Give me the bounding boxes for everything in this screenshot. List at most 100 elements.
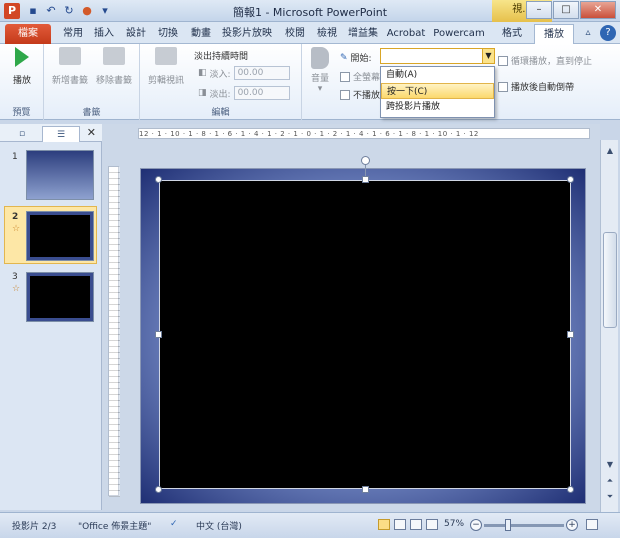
video-placeholder[interactable] [159, 180, 571, 489]
play-button[interactable]: 播放 [10, 47, 34, 86]
window-controls: – □ ✕ [526, 1, 616, 19]
title-bar: P ▪ ↶ ↻ ● ▾ 簡報1 - Microsoft PowerPoint 視… [0, 0, 620, 22]
start-dropdown[interactable]: ▼ [380, 48, 495, 64]
remove-bookmark-button[interactable]: 移除書籤 [94, 47, 134, 86]
fullscreen-label: 全螢幕 [353, 73, 381, 83]
resize-handle-right[interactable] [567, 331, 574, 338]
zoom-out-icon[interactable]: − [470, 519, 482, 531]
tab-slides[interactable]: ▫ [3, 126, 41, 142]
group-bookmarks: 新增書籤 移除書籤 書籤 [44, 44, 140, 120]
ribbon-tabs: 檔案 常用 插入 設計 切換 動畫 投影片放映 校閱 檢視 增益集 Acroba… [0, 22, 620, 44]
zoom-slider[interactable] [484, 524, 564, 527]
tab-playback[interactable]: 播放 [534, 24, 574, 44]
loop-checkbox[interactable] [498, 55, 508, 66]
group-editing: 剪輯視訊 淡出持續時間 ◧ 淡入: 00.00 ◨ 淡出: 00.00 編輯 [140, 44, 302, 120]
tab-format[interactable]: 格式 [494, 24, 530, 44]
vertical-scrollbar[interactable]: ▲ ▼ ⏶ ⏷ [600, 140, 618, 512]
start-dropdown-menu: 自動(A) 按一下(C) 跨投影片播放 [380, 66, 495, 118]
trim-video-icon [155, 47, 177, 65]
spellcheck-icon[interactable]: ✓ [170, 519, 178, 529]
horizontal-ruler: 12 · 1 · 10 · 1 · 8 · 1 · 6 · 1 · 4 · 1 … [138, 128, 590, 139]
add-bookmark-icon [59, 47, 81, 65]
previous-slide-icon[interactable]: ⏶ [603, 474, 617, 488]
tab-slideshow[interactable]: 投影片放映 [218, 24, 276, 44]
tab-transitions[interactable]: 切換 [154, 24, 182, 44]
slide-thumbnail-2[interactable] [26, 211, 94, 261]
fade-in-icon: ◧ [198, 68, 207, 78]
slideshow-view-icon[interactable] [426, 519, 438, 530]
resize-handle-bottom-left[interactable] [155, 486, 162, 493]
minimize-ribbon-icon[interactable]: ▵ [580, 25, 596, 41]
language-indicator[interactable]: 中文 (台灣) [196, 519, 242, 532]
dropdown-arrow-icon[interactable]: ▼ [482, 49, 494, 63]
fullscreen-checkbox[interactable] [340, 71, 350, 82]
resize-handle-top-right[interactable] [567, 176, 574, 183]
start-label: 開始: [350, 54, 372, 64]
remove-bookmark-icon [103, 47, 125, 65]
tab-view[interactable]: 檢視 [313, 24, 341, 44]
tab-review[interactable]: 校閱 [281, 24, 309, 44]
trim-video-button[interactable]: 剪輯視訊 [144, 47, 188, 86]
menu-item-on-click[interactable]: 按一下(C) [381, 83, 494, 99]
status-bar: 投影片 2/3 "Office 佈景主題" ✓ 中文 (台灣) 57% − + [0, 512, 620, 538]
menu-item-play-across-slides[interactable]: 跨投影片播放 [381, 99, 494, 115]
rewind-checkbox[interactable] [498, 81, 508, 92]
group-preview: 播放 預覽 [0, 44, 44, 120]
slide-sorter-icon[interactable] [394, 519, 406, 530]
vertical-ruler [108, 166, 120, 497]
rewind-label: 播放後自動倒帶 [511, 83, 575, 93]
rotate-handle[interactable] [361, 156, 370, 165]
theme-name[interactable]: "Office 佈景主題" [78, 519, 151, 532]
start-icon: ✎ [340, 52, 348, 63]
volume-button[interactable]: 音量 ▾ [306, 47, 334, 94]
fade-out-spinner[interactable]: 00.00 [233, 86, 290, 100]
scroll-up-icon[interactable]: ▲ [603, 144, 617, 158]
zoom-level[interactable]: 57% [444, 519, 464, 529]
resize-handle-top[interactable] [362, 176, 369, 183]
tab-design[interactable]: 設計 [122, 24, 150, 44]
fade-out-icon: ◨ [198, 88, 207, 98]
slides-pane: ▫ ☰ ✕ 1 2 ☆ 3 ☆ [0, 124, 102, 510]
slide-thumbnail-1[interactable] [26, 150, 94, 200]
tab-animations[interactable]: 動畫 [187, 24, 215, 44]
zoom-in-icon[interactable]: + [566, 519, 578, 531]
resize-handle-top-left[interactable] [155, 176, 162, 183]
slide-number: 1 [12, 152, 18, 162]
pane-tabs: ▫ ☰ ✕ [0, 124, 102, 142]
loop-label: 循環播放，直到停止 [511, 57, 593, 67]
volume-icon [311, 47, 329, 69]
fade-in-label: 淡入: [209, 69, 231, 80]
animation-star-icon: ☆ [12, 224, 21, 234]
play-icon [15, 47, 29, 67]
tab-home[interactable]: 常用 [58, 24, 88, 44]
minimize-button[interactable]: – [526, 1, 552, 19]
tab-outline[interactable]: ☰ [42, 126, 80, 142]
fade-out-label: 淡出: [209, 89, 231, 100]
tab-powercam[interactable]: Powercam [431, 24, 487, 44]
ribbon: 播放 預覽 新增書籤 移除書籤 書籤 剪輯視訊 淡出持續時間 ◧ 淡入: 00.… [0, 44, 620, 120]
help-icon[interactable]: ? [600, 25, 616, 41]
resize-handle-bottom[interactable] [362, 486, 369, 493]
resize-handle-bottom-right[interactable] [567, 486, 574, 493]
fade-in-spinner[interactable]: 00.00 [233, 66, 290, 80]
reading-view-icon[interactable] [410, 519, 422, 530]
add-bookmark-button[interactable]: 新增書籤 [50, 47, 90, 86]
scroll-down-icon[interactable]: ▼ [603, 458, 617, 472]
maximize-button[interactable]: □ [553, 1, 579, 19]
tab-insert[interactable]: 插入 [90, 24, 118, 44]
resize-handle-left[interactable] [155, 331, 162, 338]
slide-thumbnail-3[interactable] [26, 272, 94, 322]
ribbon-right-controls: ▵ ? [580, 25, 616, 41]
scroll-thumb[interactable] [603, 232, 617, 328]
zoom-slider-knob[interactable] [505, 519, 511, 531]
normal-view-icon[interactable] [378, 519, 390, 530]
tab-addins[interactable]: 增益集 [345, 24, 381, 44]
tab-file[interactable]: 檔案 [5, 24, 51, 44]
pane-close-icon[interactable]: ✕ [87, 126, 96, 139]
close-button[interactable]: ✕ [580, 1, 616, 19]
hide-checkbox[interactable] [340, 89, 350, 100]
tab-acrobat[interactable]: Acrobat [384, 24, 428, 44]
menu-item-automatic[interactable]: 自動(A) [381, 67, 494, 83]
next-slide-icon[interactable]: ⏷ [603, 490, 617, 504]
fit-to-window-icon[interactable] [586, 519, 598, 530]
